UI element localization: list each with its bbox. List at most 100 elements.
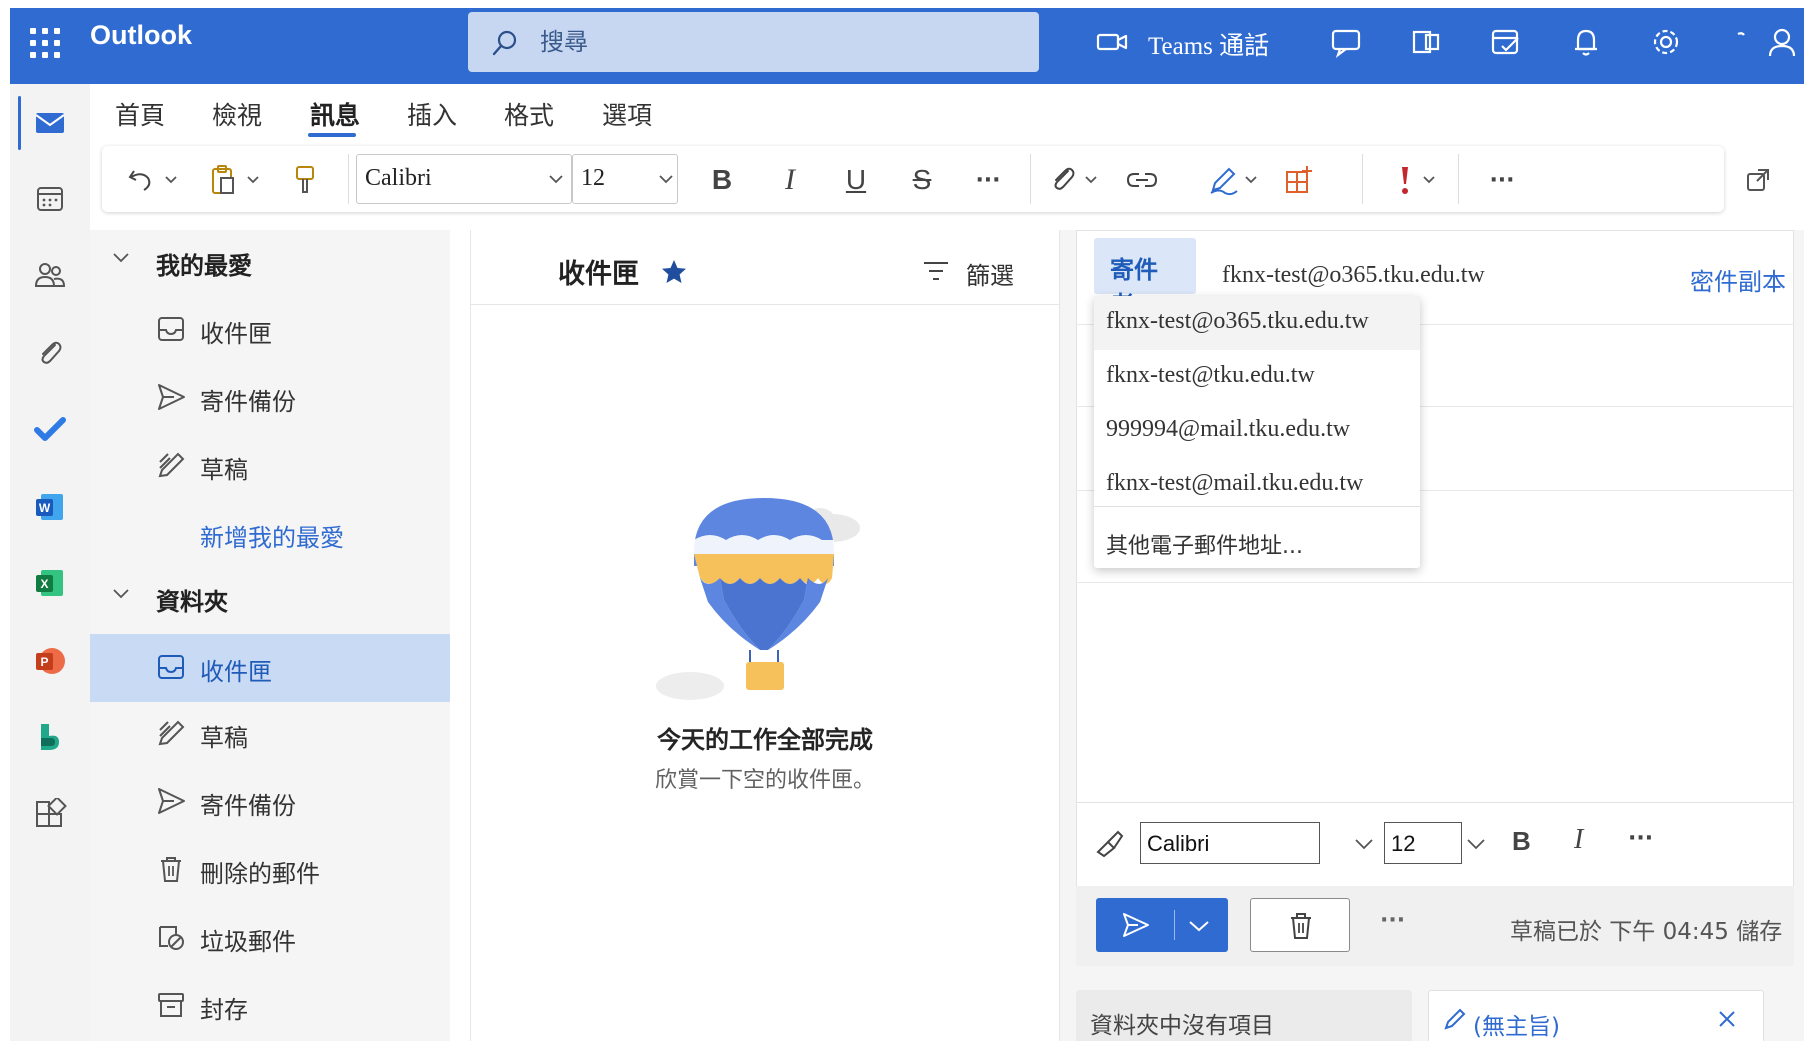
tab-view[interactable]: 檢視 [212,96,262,132]
from-option[interactable]: fknx-test@tku.edu.tw [1094,350,1420,404]
send-icon [158,384,185,410]
folder-item-drafts[interactable]: 草稿 [90,702,450,766]
compose-italic-button[interactable]: I [1574,824,1583,856]
filter-icon[interactable] [922,258,950,284]
dropdown-divider [1094,506,1420,507]
excel-icon[interactable]: X [10,554,90,614]
folders-header[interactable]: 資料夾 [90,566,450,630]
folder-label: 垃圾郵件 [200,928,296,956]
more-options-button[interactable]: ··· [1482,160,1522,200]
compose-more-format-button[interactable]: ··· [1628,826,1653,851]
paste-icon[interactable] [206,160,240,200]
office-icon[interactable] [1406,22,1446,62]
format-brush-icon[interactable] [1092,826,1124,858]
favorite-item-drafts[interactable]: 草稿 [90,434,450,498]
teams-call-label[interactable]: Teams 通話 [1148,26,1269,62]
search-icon [490,28,520,58]
folder-empty-tab[interactable]: 資料夾中沒有項目 [1076,990,1412,1041]
favorite-item-sent[interactable]: 寄件備份 [90,366,450,430]
folder-item-sent[interactable]: 寄件備份 [90,770,450,834]
send-button[interactable] [1096,898,1228,952]
chat-icon[interactable] [1326,22,1366,62]
importance-icon[interactable] [1392,160,1418,200]
empty-state-subtitle: 欣賞一下空的收件匣。 [654,768,875,793]
pop-out-icon[interactable] [1740,160,1776,200]
drafts-icon [158,720,185,746]
draft-tab[interactable]: (無主旨) [1428,990,1764,1041]
from-button[interactable]: 寄件者 [1094,238,1196,319]
link-icon[interactable] [1124,160,1160,200]
junk-icon [159,926,184,950]
draft-saved-status: 草稿已於 下午 04:45 儲存 [1510,919,1783,945]
people-icon[interactable] [10,246,90,306]
from-option[interactable]: fknx-test@o365.tku.edu.tw [1094,296,1420,350]
trash-icon [161,857,181,882]
attach-icon[interactable] [1046,160,1080,200]
search-input[interactable] [540,24,1020,60]
video-icon[interactable] [1092,22,1132,62]
favorite-item-inbox[interactable]: 收件匣 [90,298,450,362]
favorites-header[interactable]: 我的最愛 [90,230,450,294]
star-icon[interactable] [660,258,688,286]
send-options-chevron-icon[interactable] [1188,920,1210,932]
calendar-check-icon[interactable] [1486,22,1526,62]
folder-item-deleted[interactable]: 刪除的郵件 [90,838,450,902]
folder-item-inbox[interactable]: 收件匣 [90,636,450,700]
other-address-option[interactable]: 其他電子郵件地址... [1094,516,1420,570]
todo-icon[interactable] [10,400,90,460]
paste-chevron-icon[interactable] [244,160,262,200]
calendar-icon[interactable] [10,170,90,230]
underline-button[interactable]: U [836,160,876,200]
powerpoint-icon[interactable]: P [10,632,90,692]
attachment-icon[interactable] [10,324,90,384]
font-name-select[interactable]: Calibri [356,154,572,204]
person-icon[interactable] [1762,22,1802,62]
compose-font-name[interactable]: Calibri [1140,822,1320,864]
close-icon[interactable] [1717,1009,1737,1029]
compose-font-size[interactable]: 12 [1384,822,1462,864]
tab-home[interactable]: 首頁 [115,96,165,132]
toolbar-divider [1458,154,1459,204]
folder-item-junk[interactable]: 垃圾郵件 [90,906,450,970]
importance-chevron-icon[interactable] [1420,160,1438,200]
pencil-icon [1444,1008,1466,1030]
gear-icon[interactable] [1646,22,1686,62]
bookings-icon[interactable] [10,708,90,768]
bcc-button[interactable]: 密件副本 [1690,262,1786,297]
format-painter-icon[interactable] [288,160,322,200]
folder-item-archive[interactable]: 封存 [90,974,450,1038]
italic-button[interactable]: I [770,160,810,200]
more-actions-button[interactable]: ··· [1380,908,1405,933]
bold-button[interactable]: B [702,160,742,200]
search-box[interactable] [468,12,1039,72]
signature-chevron-icon[interactable] [1242,160,1260,200]
font-size-chevron-icon[interactable] [658,174,674,184]
filter-button[interactable]: 篩選 [966,256,1014,291]
word-icon[interactable]: W [10,478,90,538]
tab-message[interactable]: 訊息 [310,96,360,132]
apps-icon[interactable] [10,786,90,846]
font-name-chevron-icon[interactable] [548,174,564,184]
chevron-down-icon[interactable] [1354,838,1374,850]
tab-format[interactable]: 格式 [504,96,554,132]
attach-chevron-icon[interactable] [1082,160,1100,200]
undo-chevron-icon[interactable] [162,160,180,200]
svg-text:W: W [39,501,51,515]
from-option[interactable]: fknx-test@mail.tku.edu.tw [1094,458,1420,512]
strikethrough-button[interactable]: S [902,160,942,200]
waffle-icon[interactable] [24,20,64,60]
tab-options[interactable]: 選項 [602,96,652,132]
bell-icon[interactable] [1566,22,1606,62]
add-favorite-link[interactable]: 新增我的最愛 [90,502,450,566]
more-format-button[interactable]: ··· [968,160,1008,200]
apps-add-icon[interactable] [1280,160,1318,200]
tab-insert[interactable]: 插入 [407,96,457,132]
undo-icon[interactable] [124,160,158,200]
mail-icon[interactable] [10,94,90,154]
help-icon[interactable] [1720,22,1760,62]
from-option[interactable]: 999994@mail.tku.edu.tw [1094,404,1420,458]
signature-icon[interactable] [1206,160,1240,200]
compose-bold-button[interactable]: B [1512,826,1531,857]
chevron-down-icon[interactable] [1466,838,1486,850]
discard-button[interactable] [1250,898,1350,952]
